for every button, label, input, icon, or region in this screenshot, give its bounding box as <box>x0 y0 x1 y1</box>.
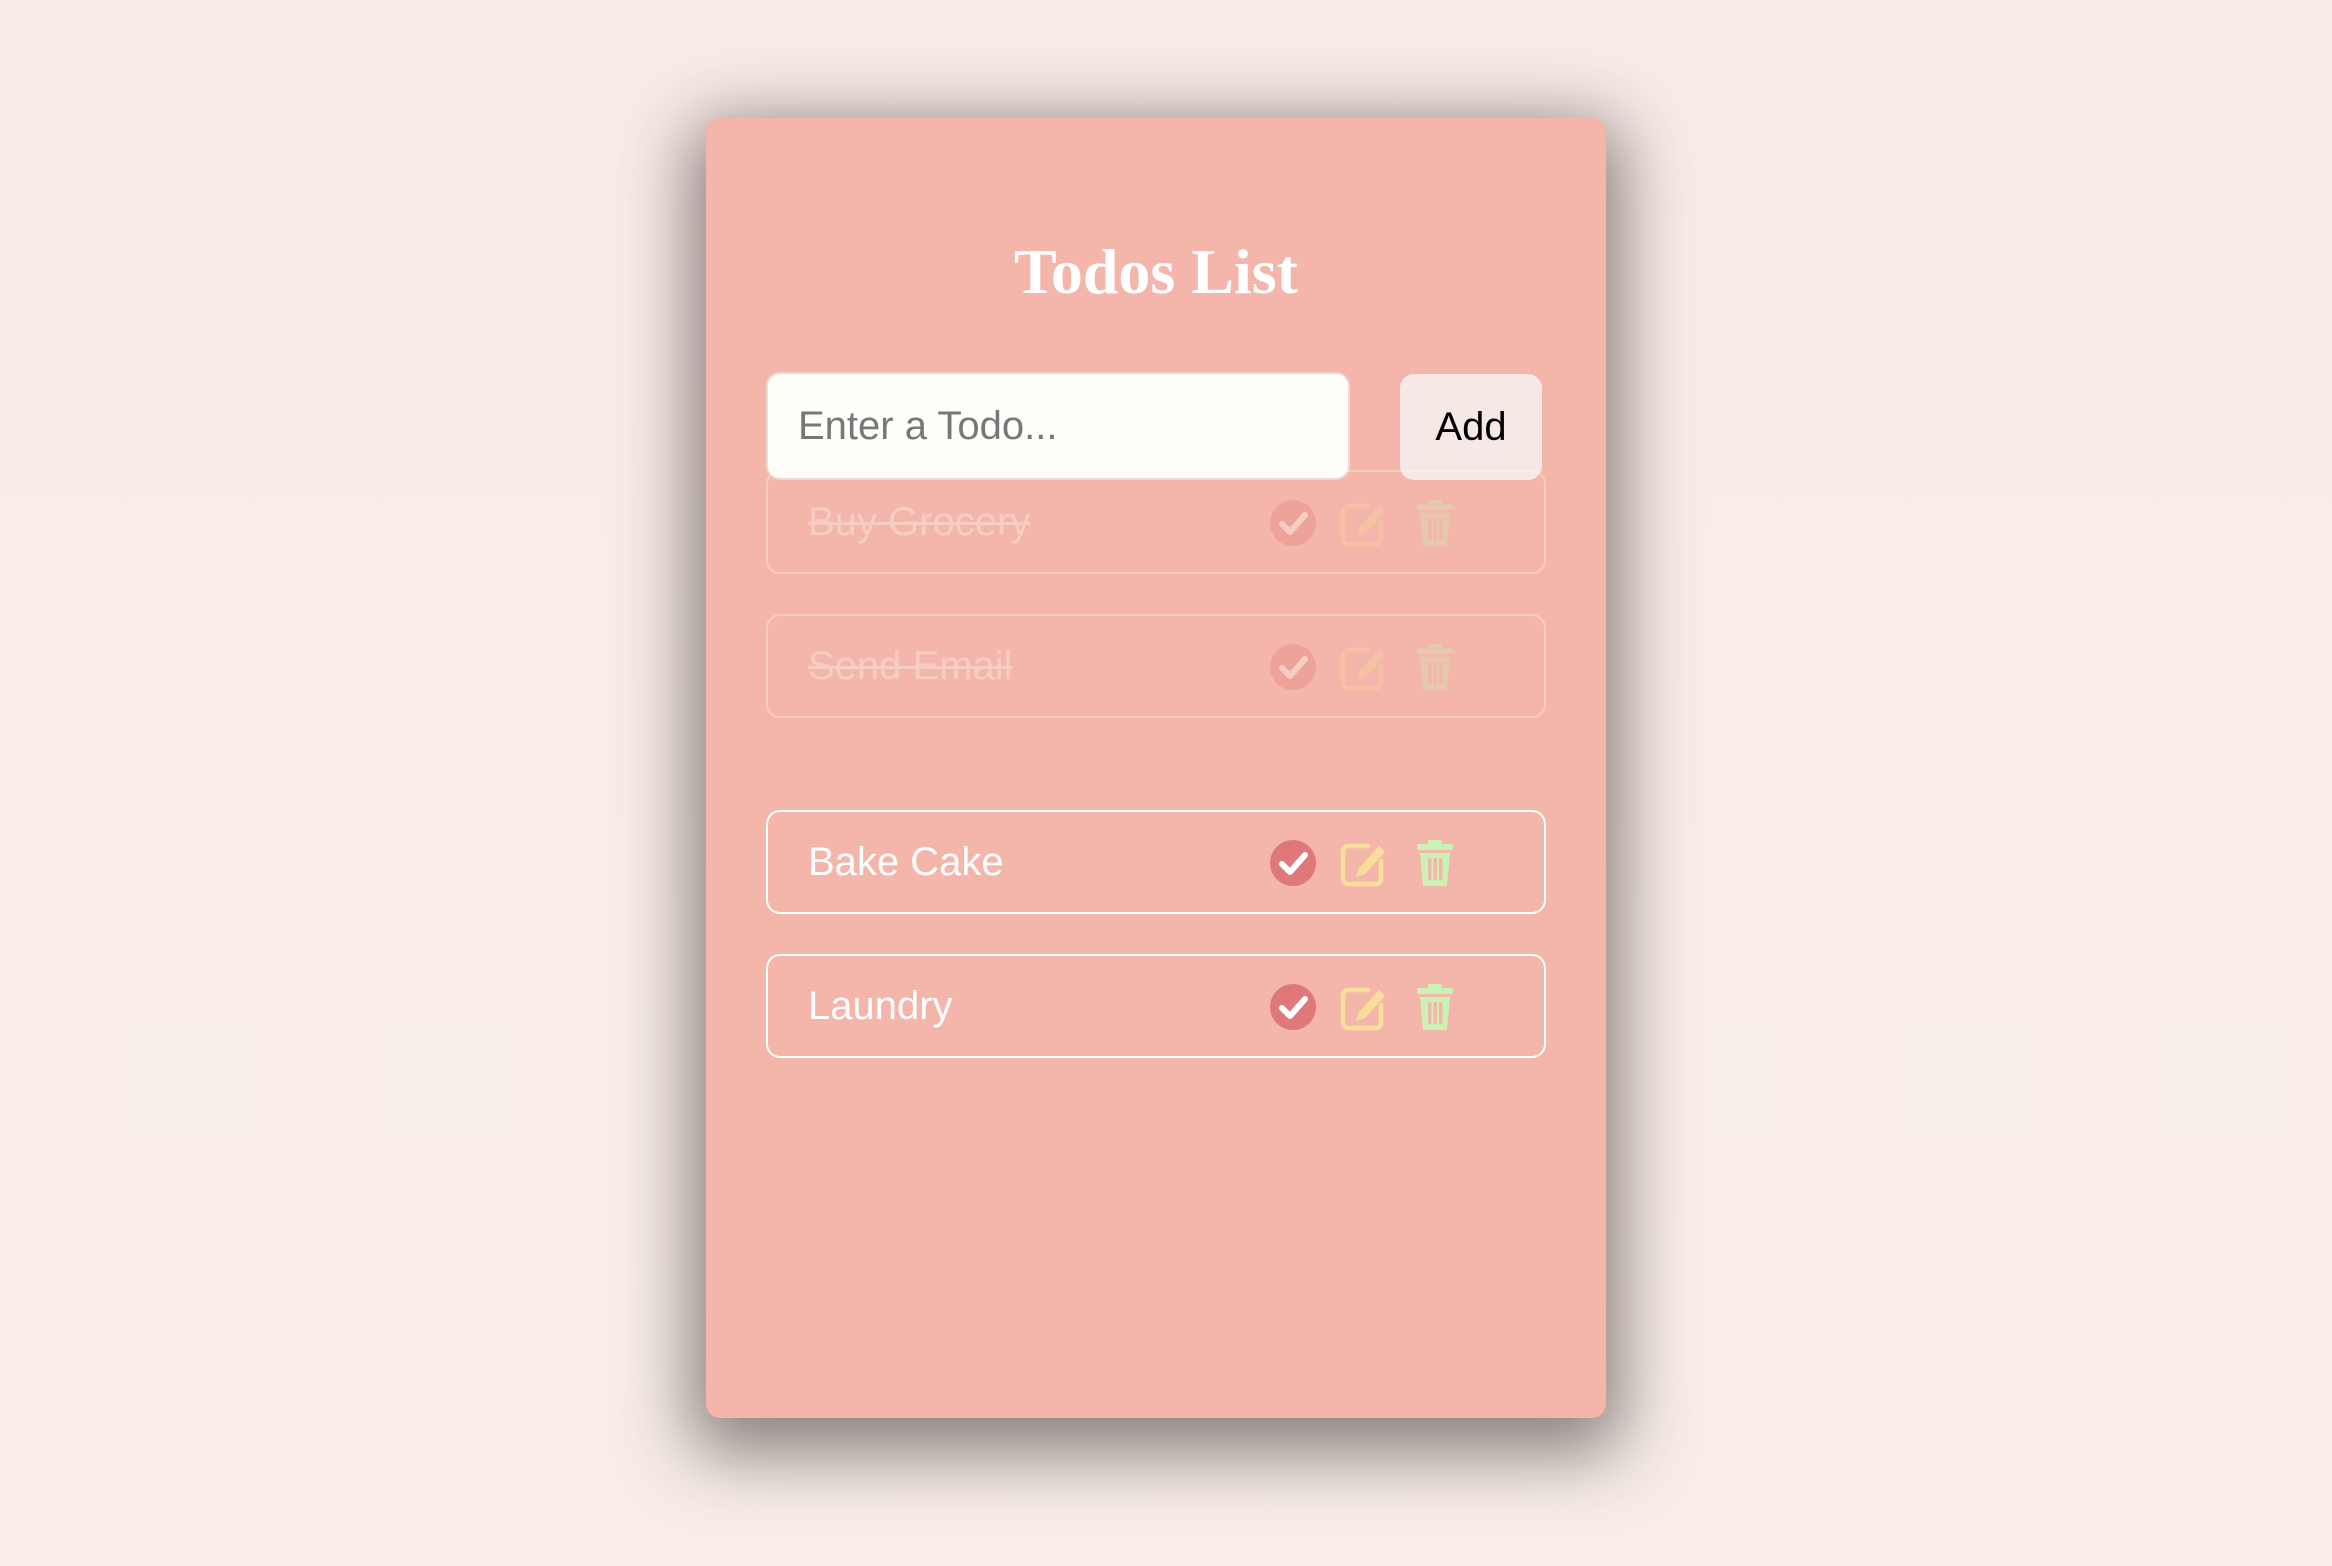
edit-icon[interactable] <box>1338 838 1388 888</box>
trash-icon[interactable] <box>1410 498 1460 548</box>
todo-card: Todos List Add Buy Grocery Send Email Ba… <box>706 118 1606 1418</box>
check-circle-icon[interactable] <box>1268 642 1318 692</box>
check-circle-icon[interactable] <box>1268 982 1318 1032</box>
edit-icon[interactable] <box>1338 642 1388 692</box>
trash-icon[interactable] <box>1410 838 1460 888</box>
check-circle-icon[interactable] <box>1268 498 1318 548</box>
todo-item: Send Email <box>766 614 1546 718</box>
trash-icon[interactable] <box>1410 642 1460 692</box>
edit-icon[interactable] <box>1338 498 1388 548</box>
add-button[interactable]: Add <box>1400 374 1542 480</box>
todo-text: Send Email <box>808 644 1013 688</box>
todo-item: Laundry <box>766 954 1546 1058</box>
todo-text: Laundry <box>808 984 953 1028</box>
todo-text: Buy Grocery <box>808 500 1031 544</box>
todo-item: Buy Grocery <box>766 470 1546 574</box>
todo-input[interactable] <box>766 372 1350 480</box>
check-circle-icon[interactable] <box>1268 838 1318 888</box>
todo-item: Bake Cake <box>766 810 1546 914</box>
trash-icon[interactable] <box>1410 982 1460 1032</box>
todo-text: Bake Cake <box>808 840 1004 884</box>
page-title: Todos List <box>1014 236 1298 307</box>
edit-icon[interactable] <box>1338 982 1388 1032</box>
